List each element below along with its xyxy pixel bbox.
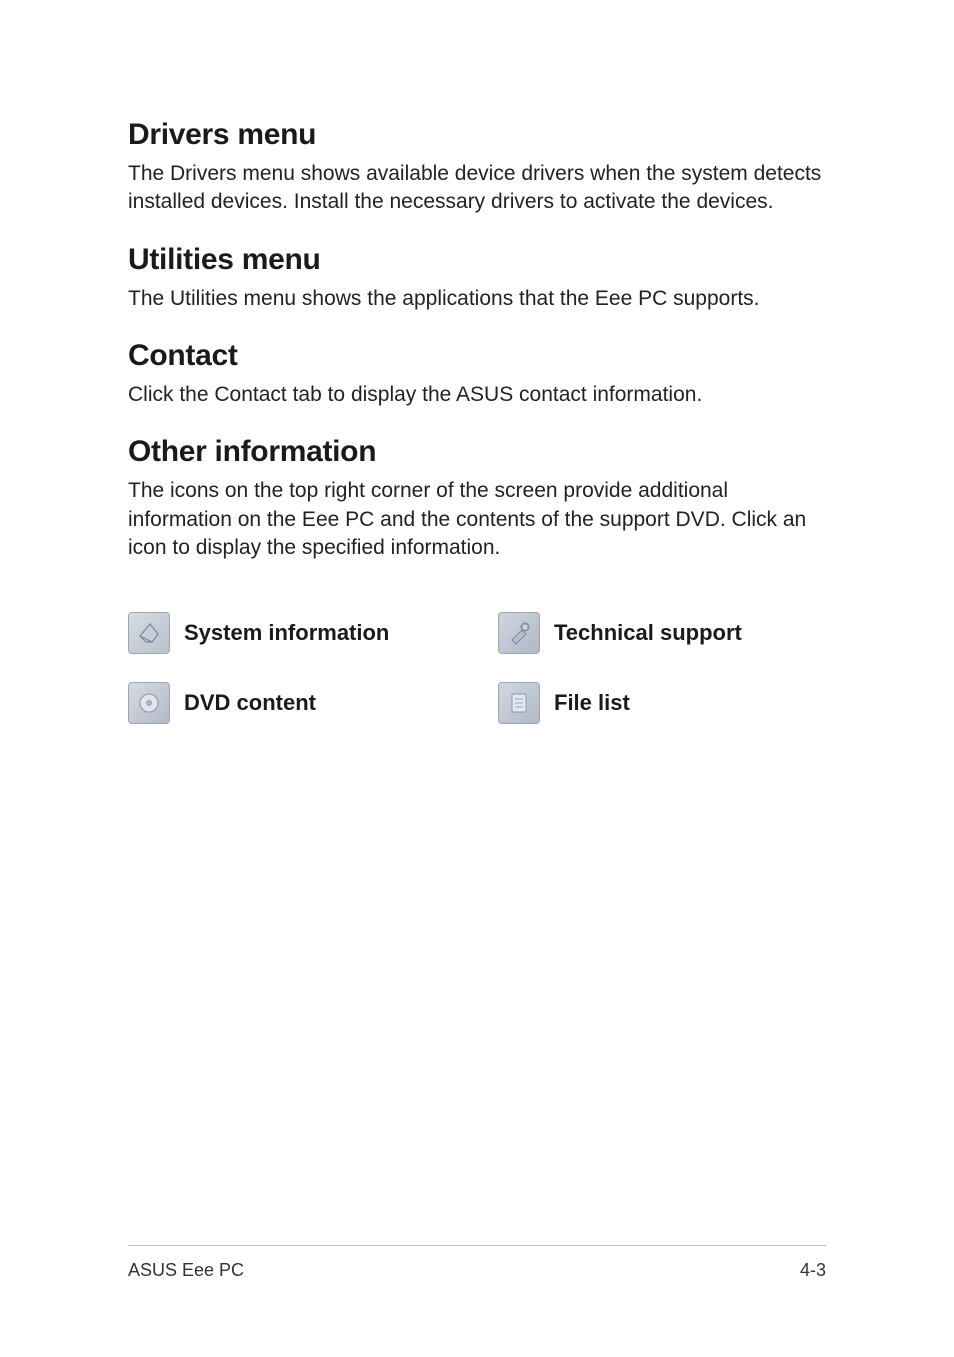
icon-pair-technical-support[interactable]: Technical support [498,612,742,654]
dvd-content-icon [128,682,170,724]
heading-other-information: Other information [128,435,826,469]
icon-row-2: DVD content File list [128,682,826,724]
file-list-label: File list [554,690,630,716]
footer-right: 4-3 [800,1260,826,1281]
file-list-icon [498,682,540,724]
icon-pair-file-list[interactable]: File list [498,682,630,724]
icons-section: System information Technical support [128,612,826,724]
technical-support-icon [498,612,540,654]
footer-left: ASUS Eee PC [128,1260,244,1281]
footer: ASUS Eee PC 4-3 [128,1245,826,1281]
dvd-content-label: DVD content [184,690,316,716]
heading-drivers-menu: Drivers menu [128,118,826,152]
system-information-label: System information [184,620,389,646]
icon-pair-dvd-content[interactable]: DVD content [128,682,498,724]
body-other-information: The icons on the top right corner of the… [128,477,826,562]
icon-pair-system-information[interactable]: System information [128,612,498,654]
technical-support-label: Technical support [554,620,742,646]
body-contact: Click the Contact tab to display the ASU… [128,381,826,409]
heading-utilities-menu: Utilities menu [128,243,826,277]
heading-contact: Contact [128,339,826,373]
system-information-icon [128,612,170,654]
body-utilities-menu: The Utilities menu shows the application… [128,285,826,313]
body-drivers-menu: The Drivers menu shows available device … [128,160,826,217]
icon-row-1: System information Technical support [128,612,826,654]
